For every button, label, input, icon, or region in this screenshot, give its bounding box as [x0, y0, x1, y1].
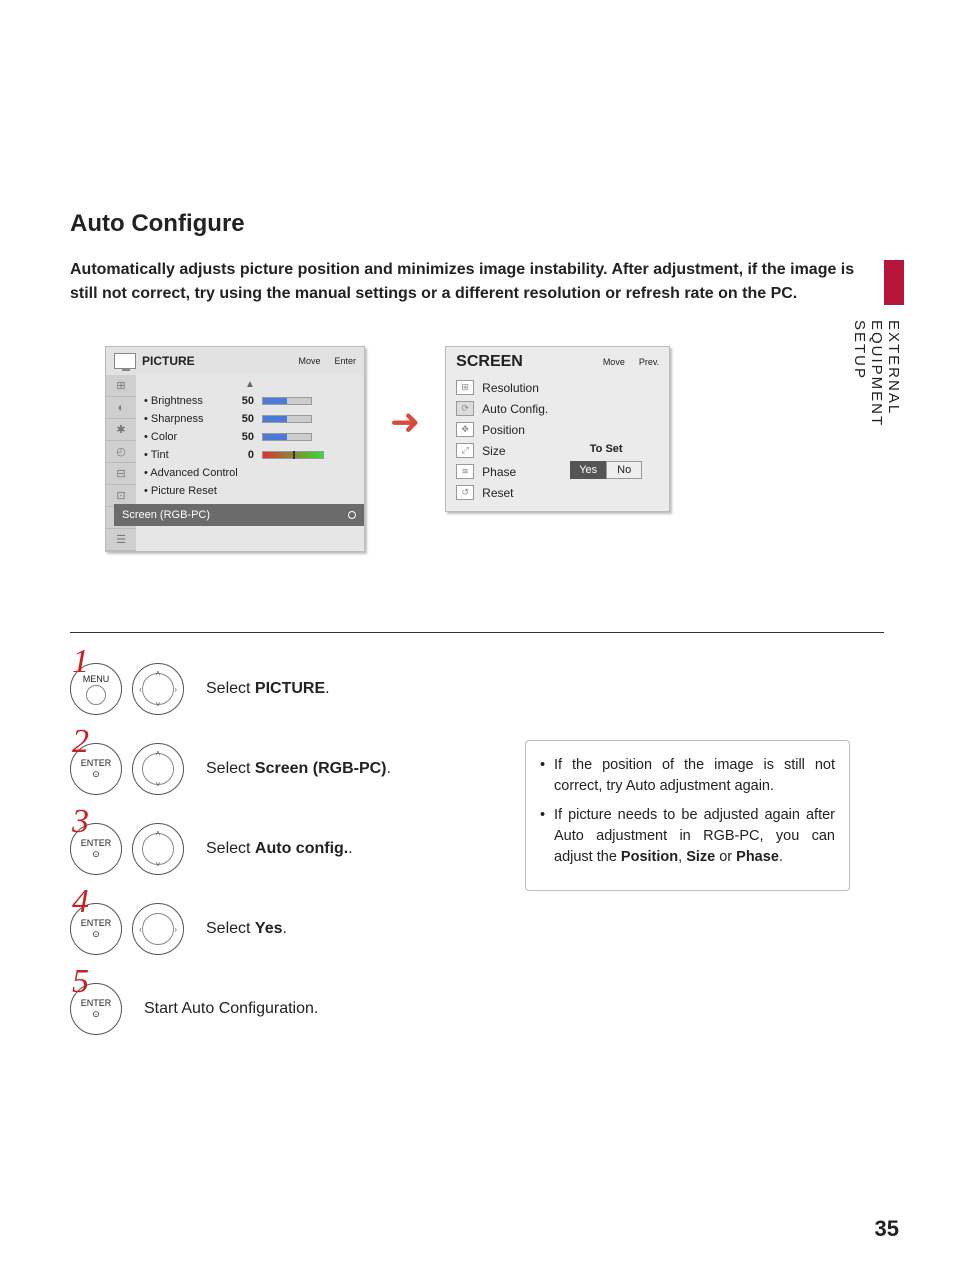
step-number: 1: [72, 643, 89, 681]
menu-item-sharpness[interactable]: • Sharpness 50: [144, 410, 356, 428]
scroll-up-icon: ▲: [144, 379, 356, 390]
menu-item-label: Screen (RGB-PC): [122, 509, 210, 521]
screen-item-reset[interactable]: ↺ Reset: [446, 482, 669, 503]
screen-menu-title: SCREEN: [456, 353, 523, 371]
yes-button[interactable]: Yes: [570, 461, 606, 479]
sidebar-icon: ◴: [106, 441, 136, 463]
menu-item-label: • Advanced Control: [144, 467, 238, 479]
tip-bold: Size: [686, 849, 715, 865]
screen-item-label: Phase: [482, 465, 516, 479]
screen-item-resolution[interactable]: ⊞ Resolution: [446, 377, 669, 398]
phase-icon: ≋: [456, 464, 474, 479]
step-row: 4ENTER⊙›‹Select Yes.: [70, 903, 884, 955]
screen-item-label: Reset: [482, 486, 513, 500]
no-button[interactable]: No: [606, 461, 642, 479]
step-row: 5ENTER⊙Start Auto Configuration.: [70, 983, 884, 1035]
screen-menu-header: SCREEN Move Prev.: [446, 347, 669, 377]
menu-item-value: 50: [232, 395, 254, 407]
step-number: 2: [72, 723, 89, 761]
hint-enter: Enter: [334, 356, 356, 366]
screen-item-label: Size: [482, 444, 505, 458]
screen-item-label: Position: [482, 423, 525, 437]
tip-item: If the position of the image is still no…: [540, 755, 835, 797]
menu-item-picture-reset[interactable]: • Picture Reset: [144, 482, 356, 500]
menu-item-color[interactable]: • Color 50: [144, 428, 356, 446]
sidebar-icon: ☰: [106, 529, 136, 551]
slider-bar: [262, 397, 312, 405]
tip-bold: Position: [621, 849, 678, 865]
menu-item-label: • Color: [144, 431, 224, 443]
hint-move: Move: [603, 357, 625, 367]
menu-item-label: • Sharpness: [144, 413, 224, 425]
tip-bold: Phase: [736, 849, 779, 865]
tips-box: If the position of the image is still no…: [525, 740, 850, 891]
menu-item-label: • Tint: [144, 449, 224, 461]
hint-move: Move: [298, 356, 320, 366]
tint-bar: [262, 451, 324, 459]
step-text: Select PICTURE.: [206, 680, 330, 698]
arrow-right-icon: ➜: [390, 401, 420, 443]
step-number: 5: [72, 963, 89, 1001]
menu-item-value: 0: [232, 449, 254, 461]
step-number: 4: [72, 883, 89, 921]
menu-item-brightness[interactable]: • Brightness 50: [144, 392, 356, 410]
step-text: Select Auto config..: [206, 840, 353, 858]
tip-item: If picture needs to be adjusted again af…: [540, 805, 835, 868]
divider: [70, 632, 884, 633]
page-number: 35: [875, 1216, 899, 1242]
slider-bar: [262, 433, 312, 441]
picture-menu-title: PICTURE: [142, 354, 195, 368]
menu-item-tint[interactable]: • Tint 0: [144, 446, 356, 464]
tip-text: .: [779, 849, 783, 865]
menu-item-value: 50: [232, 431, 254, 443]
step-row: 1MENU˄˅›‹Select PICTURE.: [70, 663, 884, 715]
sidebar-icon: ⊞: [106, 375, 136, 397]
tip-text: ,: [678, 849, 686, 865]
tip-text: or: [715, 849, 736, 865]
accent-bar: [884, 260, 904, 305]
menu-item-label: • Picture Reset: [144, 485, 217, 497]
step-number: 3: [72, 803, 89, 841]
menu-item-screen-rgbpc-selected[interactable]: Screen (RGB-PC): [114, 504, 364, 526]
screen-menu: SCREEN Move Prev. ⊞ Resolution ⟳ Auto Conf…: [445, 346, 670, 512]
sidebar-icon: ⊟: [106, 463, 136, 485]
screen-item-label: Auto Config.: [482, 402, 548, 416]
step-text: Select Yes.: [206, 920, 287, 938]
menu-item-advanced[interactable]: • Advanced Control: [144, 464, 356, 482]
page-title: Auto Configure: [70, 210, 884, 238]
dpad-icon: ˄˅›‹: [132, 663, 184, 715]
to-set-label: To Set: [551, 443, 661, 455]
picture-menu-header: PICTURE Move Enter: [106, 347, 364, 375]
reset-icon: ↺: [456, 485, 474, 500]
intro-text: Automatically adjusts picture position a…: [70, 258, 884, 306]
position-icon: ✥: [456, 422, 474, 437]
step-text: Start Auto Configuration.: [144, 1000, 318, 1018]
dpad-icon: ˄˅: [132, 823, 184, 875]
sidebar-icon: ✱: [106, 419, 136, 441]
section-label: EXTERNAL EQUIPMENT SETUP: [851, 320, 902, 427]
sidebar-icon: ◐: [106, 397, 136, 419]
grid-icon: ⊞: [456, 380, 474, 395]
dpad-icon: ›‹: [132, 903, 184, 955]
dpad-icon: ˄˅: [132, 743, 184, 795]
radio-icon: [348, 511, 356, 519]
screen-item-label: Resolution: [482, 381, 539, 395]
step-text: Select Screen (RGB-PC).: [206, 760, 391, 778]
gear-icon: ⟳: [456, 401, 474, 416]
picture-icon: [114, 353, 136, 369]
hint-prev: Prev.: [639, 357, 659, 367]
screen-item-position[interactable]: ✥ Position: [446, 419, 669, 440]
picture-menu: PICTURE Move Enter ⊞ ◐ ✱ ◴ ⊟ ⊡ ⎙ ☰: [105, 346, 365, 552]
menu-item-value: 50: [232, 413, 254, 425]
menu-item-label: • Brightness: [144, 395, 224, 407]
slider-bar: [262, 415, 312, 423]
size-icon: ⤢: [456, 443, 474, 458]
screen-item-autoconfig[interactable]: ⟳ Auto Config.: [446, 398, 669, 419]
